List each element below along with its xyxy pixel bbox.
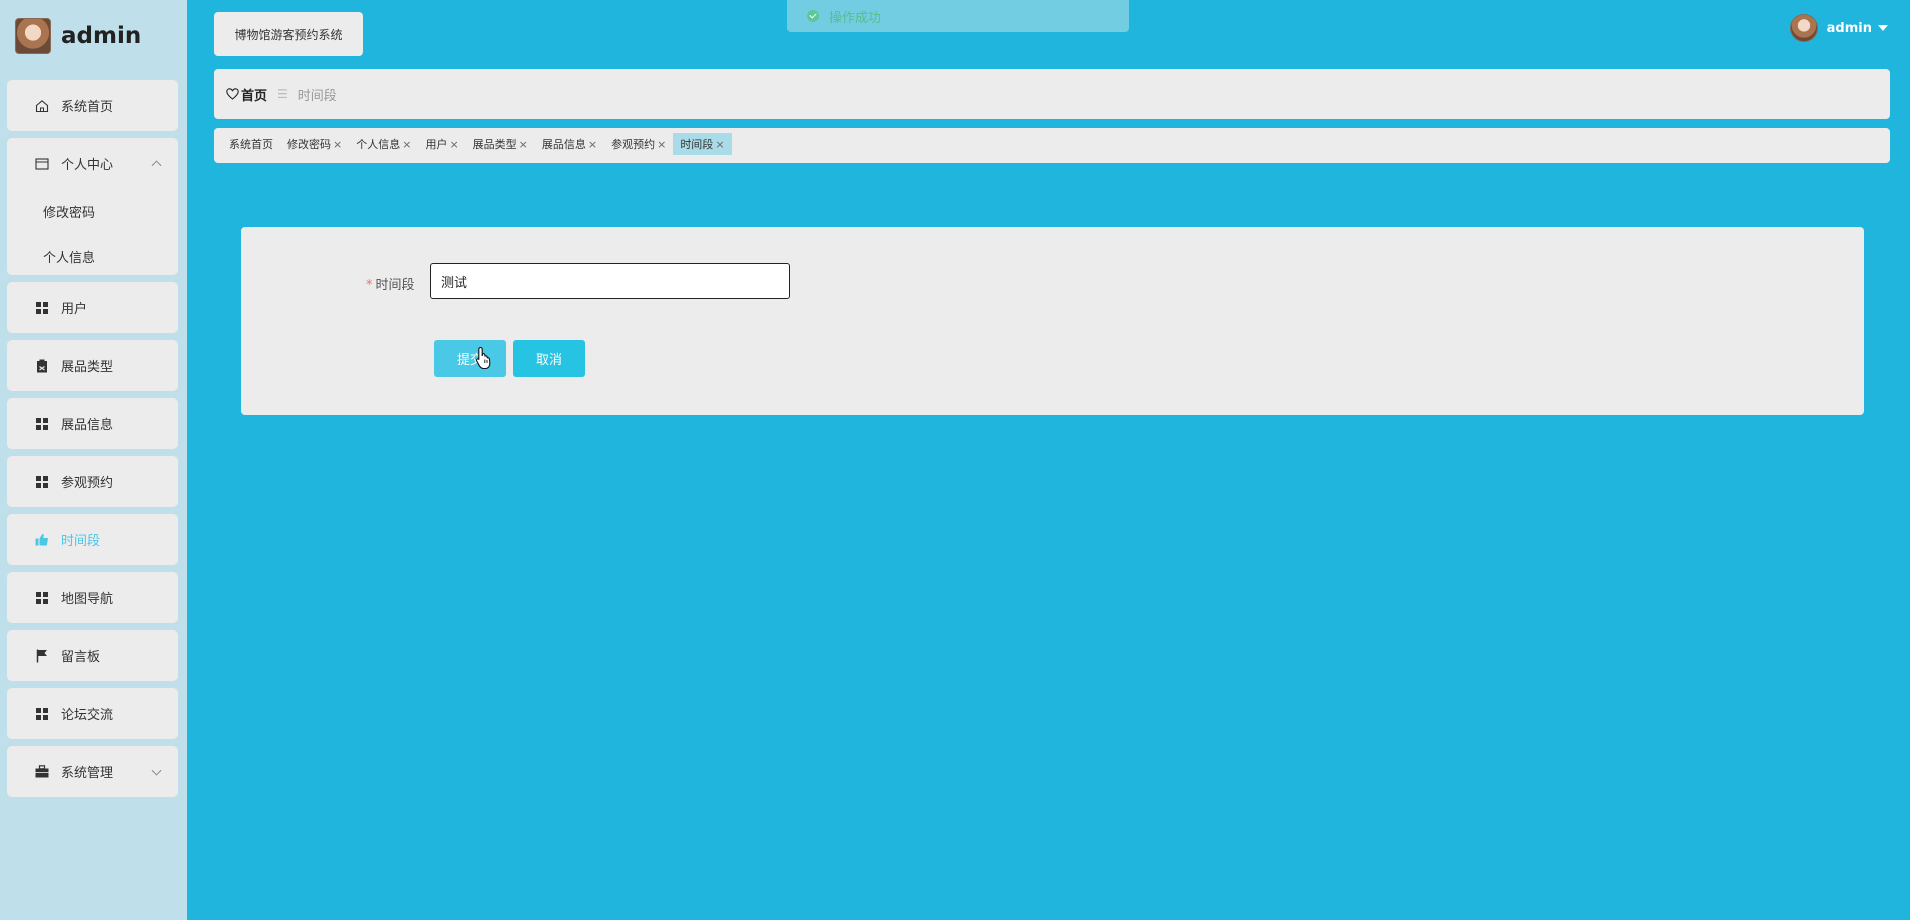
sidebar-item-label: 用户: [61, 302, 88, 317]
sidebar-item-label: 论坛交流: [61, 708, 114, 723]
sidebar-item-label: 个人中心: [61, 158, 114, 173]
heart-icon: [226, 88, 239, 100]
required-mark: *: [366, 278, 373, 293]
tab-label: 时间段: [680, 138, 714, 151]
form-card: *时间段 提交 取消: [241, 227, 1864, 415]
breadcrumb-separator: ☰: [277, 87, 288, 101]
tab-label: 参观预约: [611, 138, 656, 151]
close-icon[interactable]: ×: [333, 138, 342, 151]
briefcase-icon: [35, 765, 49, 779]
field-label-text: 时间段: [375, 278, 415, 293]
sidebar-item-label: 时间段: [61, 534, 101, 549]
tab-bar: 系统首页 修改密码 × 个人信息 × 用户 × 展品类型 × 展品信息 × 参观…: [214, 128, 1890, 163]
avatar: [1789, 14, 1818, 42]
tab-time-slot[interactable]: 时间段 ×: [673, 133, 732, 155]
sidebar-item-exhibit-info[interactable]: 展品信息: [7, 398, 178, 449]
tab-visit-reservation[interactable]: 参观预约 ×: [604, 133, 673, 155]
close-icon[interactable]: ×: [519, 138, 528, 151]
sidebar-group-personal-center: 个人中心 修改密码 个人信息: [7, 138, 178, 275]
sidebar-subitem-personal-info[interactable]: 个人信息: [7, 234, 178, 279]
user-name: admin: [1826, 20, 1872, 36]
tab-label: 系统首页: [229, 138, 273, 151]
success-check-icon: [807, 10, 819, 22]
toast-message: 操作成功: [829, 10, 882, 26]
window-icon: [35, 157, 49, 171]
cancel-button[interactable]: 取消: [513, 340, 585, 377]
grid-icon: [35, 417, 49, 431]
system-title: 博物馆游客预约系统: [214, 12, 363, 56]
sidebar-item-label: 地图导航: [61, 592, 114, 607]
close-icon[interactable]: ×: [449, 138, 458, 151]
clipboard-icon: [35, 359, 49, 373]
tab-exhibit-types[interactable]: 展品类型 ×: [466, 133, 535, 155]
breadcrumb-current: 时间段: [297, 88, 337, 104]
tab-label: 个人信息: [356, 138, 401, 151]
close-icon[interactable]: ×: [715, 138, 724, 151]
sidebar-item-label: 系统首页: [61, 100, 114, 115]
brand-avatar: [15, 18, 51, 54]
home-icon: [35, 99, 49, 113]
hand-pointer-icon: [475, 346, 491, 370]
chevron-up-icon: [151, 159, 162, 170]
time-slot-label: * 时间段: [366, 274, 415, 293]
chevron-down-icon: [151, 765, 162, 776]
close-icon[interactable]: ×: [588, 138, 597, 151]
close-icon[interactable]: ×: [402, 138, 411, 151]
flag-icon: [35, 649, 49, 663]
tab-personal-info[interactable]: 个人信息 ×: [349, 133, 418, 155]
sidebar-item-personal-center[interactable]: 个人中心: [7, 138, 178, 189]
success-toast: 操作成功: [787, 0, 1129, 32]
brand: admin: [15, 18, 141, 54]
caret-down-icon: [1878, 25, 1888, 31]
tab-label: 展品类型: [472, 138, 517, 151]
sidebar: admin 系统首页 个人中心 修改密码 个人信息 用户 展品类型 展品信息 参…: [0, 0, 187, 920]
sidebar-item-users[interactable]: 用户: [7, 282, 178, 333]
tab-label: 用户: [425, 138, 448, 151]
sidebar-item-forum[interactable]: 论坛交流: [7, 688, 178, 739]
sidebar-item-label: 留言板: [61, 650, 101, 665]
user-menu[interactable]: admin: [1789, 14, 1888, 42]
sidebar-item-visit-reservation[interactable]: 参观预约: [7, 456, 178, 507]
close-icon[interactable]: ×: [657, 138, 666, 151]
tab-home[interactable]: 系统首页: [222, 133, 280, 155]
sidebar-item-home[interactable]: 系统首页: [7, 80, 178, 131]
grid-icon: [35, 475, 49, 489]
grid-icon: [35, 591, 49, 605]
breadcrumb-home[interactable]: 首页: [241, 85, 267, 104]
sidebar-item-message-board[interactable]: 留言板: [7, 630, 178, 681]
grid-icon: [35, 707, 49, 721]
sidebar-item-label: 参观预约: [61, 476, 114, 491]
tab-exhibit-info[interactable]: 展品信息 ×: [535, 133, 604, 155]
grid-icon: [35, 301, 49, 315]
sidebar-item-exhibit-types[interactable]: 展品类型: [7, 340, 178, 391]
brand-name: admin: [61, 23, 142, 49]
tab-label: 展品信息: [541, 138, 586, 151]
sidebar-menu: 系统首页 个人中心 修改密码 个人信息 用户 展品类型 展品信息 参观预约 时间…: [7, 80, 178, 804]
sidebar-item-map-navigation[interactable]: 地图导航: [7, 572, 178, 623]
sidebar-item-label: 展品信息: [61, 418, 114, 433]
tab-label: 修改密码: [287, 138, 331, 151]
tab-users[interactable]: 用户 ×: [418, 133, 465, 155]
sidebar-item-time-slot[interactable]: 时间段: [7, 514, 178, 565]
sidebar-subitem-change-password[interactable]: 修改密码: [7, 189, 178, 234]
time-slot-input[interactable]: [430, 263, 790, 299]
sidebar-item-system-management[interactable]: 系统管理: [7, 746, 178, 797]
submit-button[interactable]: 提交: [434, 340, 506, 377]
tab-change-password[interactable]: 修改密码 ×: [280, 133, 349, 155]
breadcrumb: 首页 ☰ 时间段: [214, 69, 1890, 119]
thumb-icon: [35, 533, 49, 547]
sidebar-item-label: 系统管理: [61, 766, 114, 781]
sidebar-item-label: 展品类型: [61, 360, 114, 375]
